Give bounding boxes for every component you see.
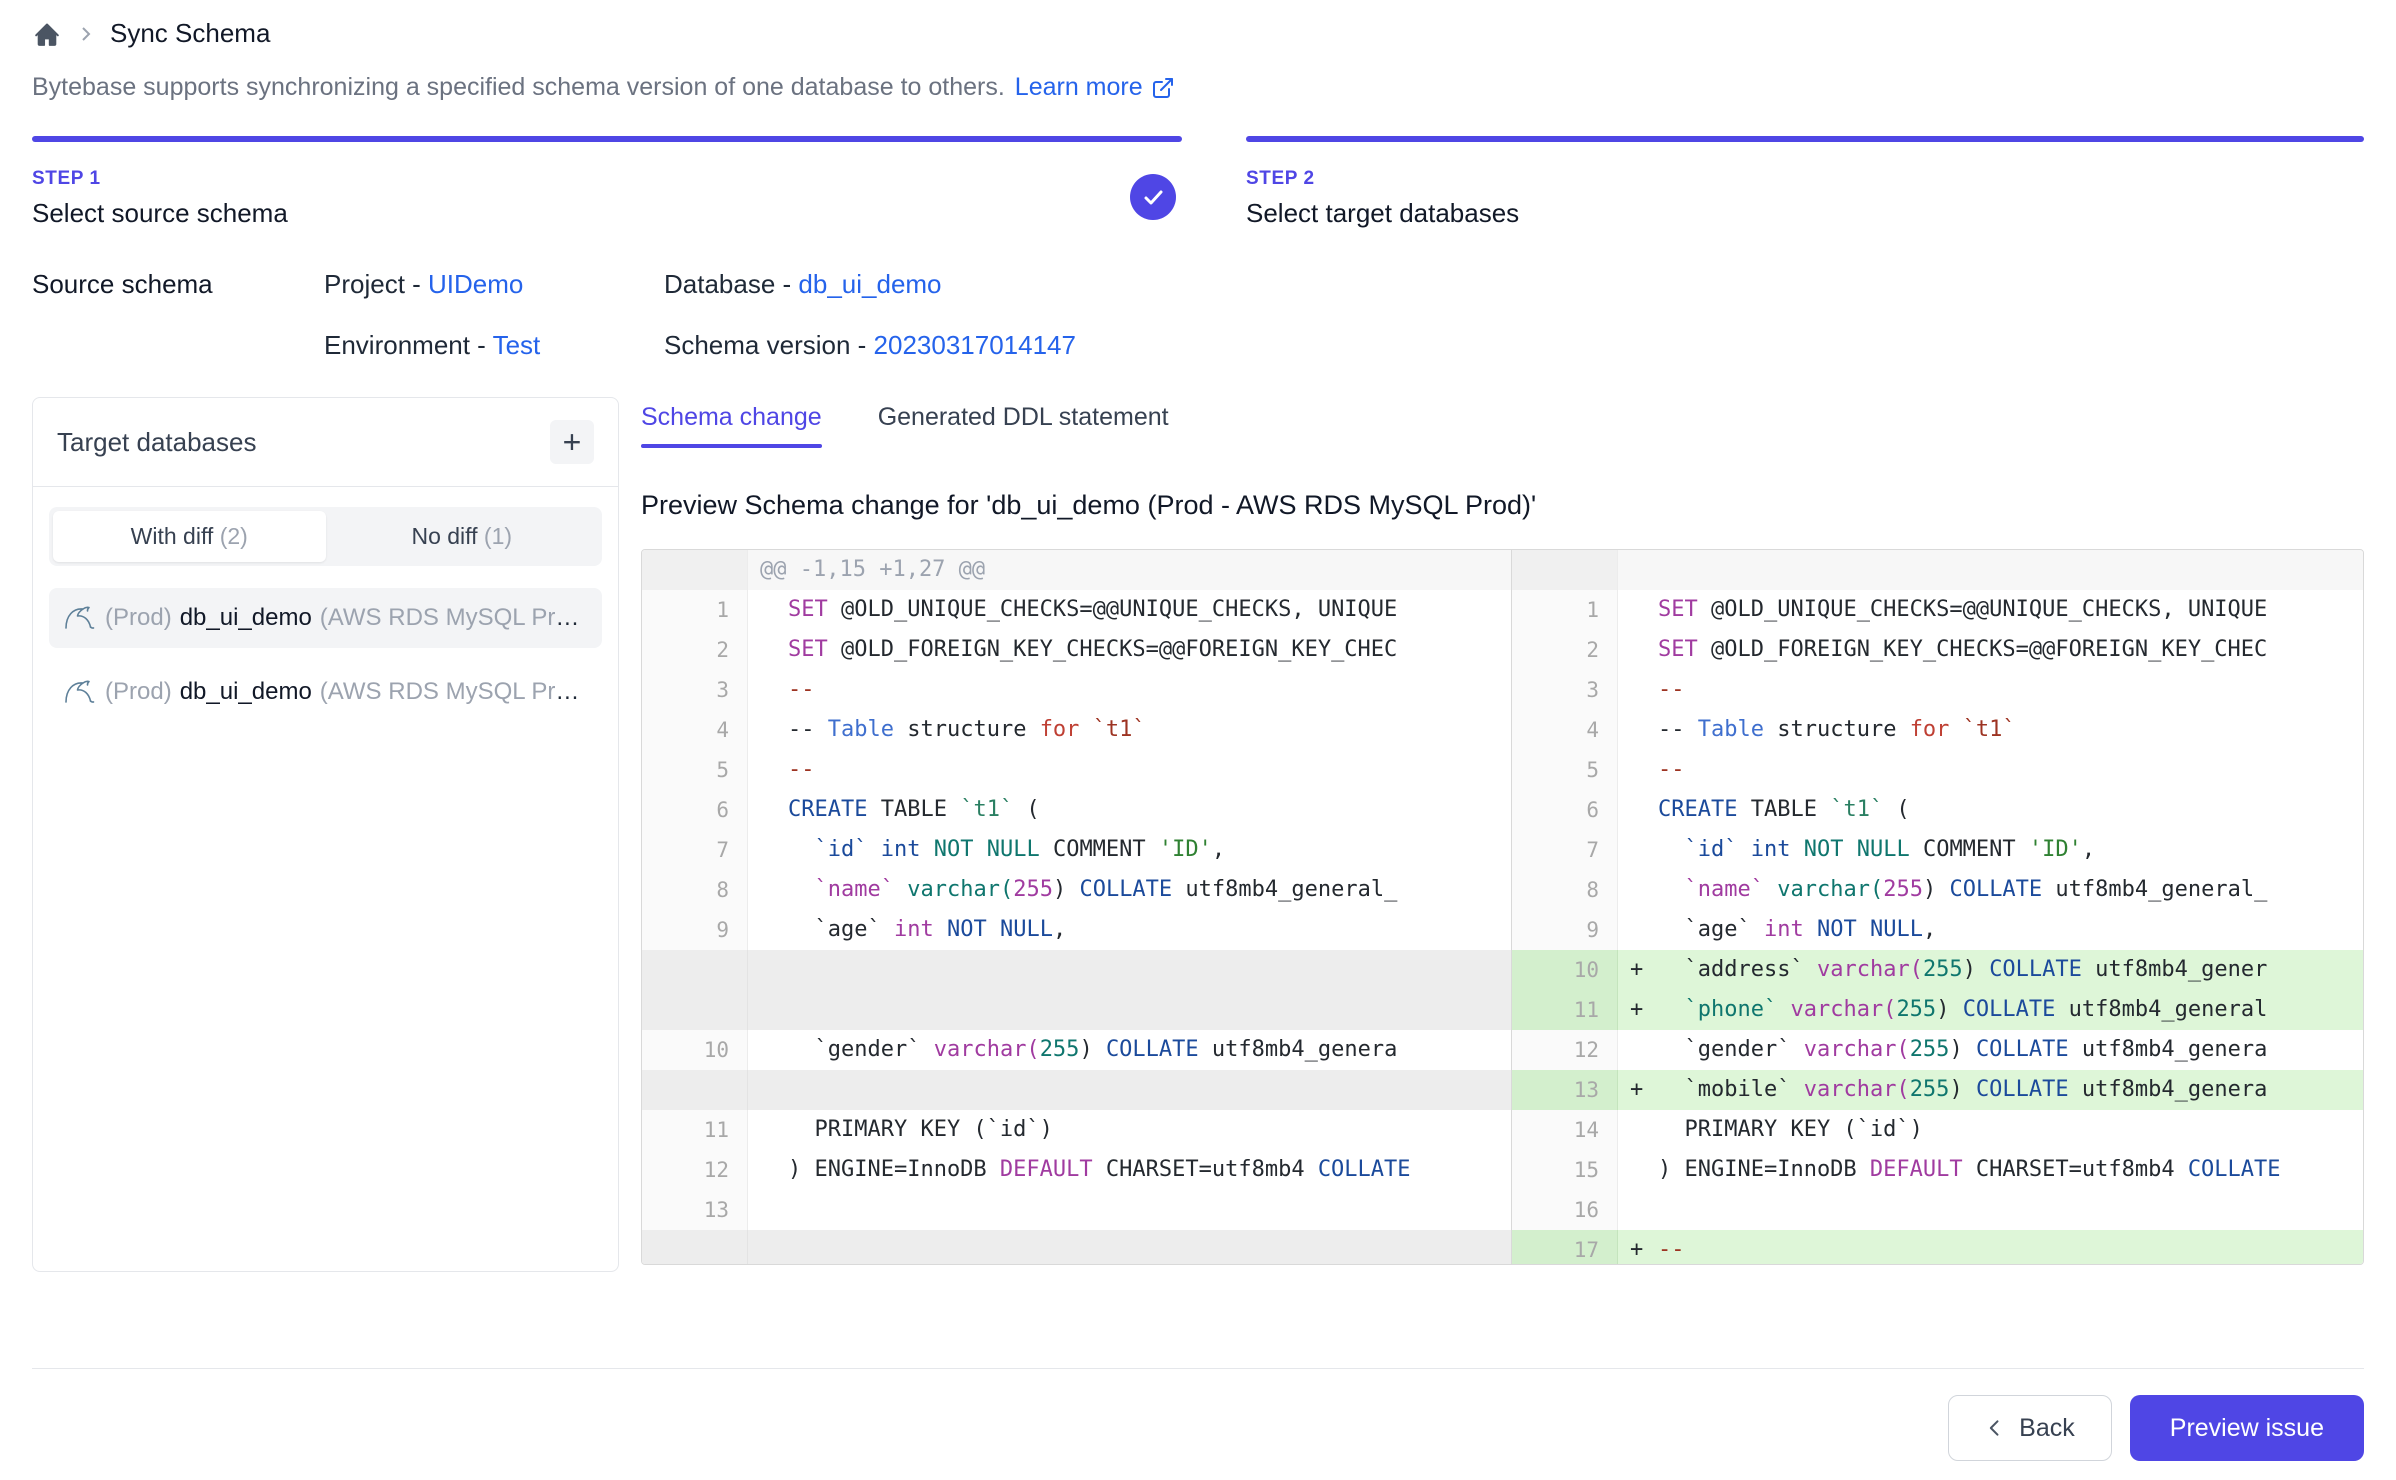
- preview-title: Preview Schema change for 'db_ui_demo (P…: [641, 490, 2364, 521]
- diff-code-row: 8 `name` varchar(255) COLLATE utf8mb4_ge…: [642, 870, 1511, 910]
- schema-preview-panel: Schema change Generated DDL statement Pr…: [641, 397, 2364, 1265]
- divider: [33, 486, 618, 487]
- diff-code-row: 13: [642, 1190, 1511, 1230]
- step-2-label: STEP 2: [1246, 168, 2364, 190]
- diff-code-row: 5--: [642, 750, 1511, 790]
- diff-code-row: 5--: [1512, 750, 2363, 790]
- diff-code-row: 7 `id` int NOT NULL COMMENT 'ID',: [642, 830, 1511, 870]
- source-database: Database - db_ui_demo: [664, 269, 2364, 300]
- step-2-progress-bar: [1246, 136, 2364, 142]
- mysql-icon: [63, 604, 95, 632]
- chevron-left-icon: [1985, 1418, 2005, 1438]
- step-1-title: Select source schema: [32, 198, 1182, 229]
- diff-code-row: 10 `gender` varchar(255) COLLATE utf8mb4…: [642, 1030, 1511, 1070]
- project-link[interactable]: UIDemo: [428, 269, 523, 299]
- diff-code-row: 15) ENGINE=InnoDB DEFAULT CHARSET=utf8mb…: [1512, 1150, 2363, 1190]
- tab-generated-ddl[interactable]: Generated DDL statement: [878, 403, 1169, 446]
- diff-code-row: 9 `age` int NOT NULL,: [642, 910, 1511, 950]
- diff-code-row: 11+ `phone` varchar(255) COLLATE utf8mb4…: [1512, 990, 2363, 1030]
- step-1: STEP 1 Select source schema: [32, 136, 1182, 229]
- list-item-database-2[interactable]: (Prod)db_ui_demo(AWS RDS MySQL Prod): [49, 662, 602, 722]
- page-description: Bytebase supports synchronizing a specif…: [32, 73, 2364, 102]
- diff-hunk-header: [1512, 550, 2363, 590]
- main-content: Target databases + With diff (2) No diff…: [32, 397, 2364, 1272]
- diff-pane-original: @@ -1,15 +1,27 @@1SET @OLD_UNIQUE_CHECKS…: [642, 550, 1512, 1264]
- preview-issue-button[interactable]: Preview issue: [2130, 1395, 2364, 1461]
- diff-code-row: 10+ `address` varchar(255) COLLATE utf8m…: [1512, 950, 2363, 990]
- diff-pane-modified: 1SET @OLD_UNIQUE_CHECKS=@@UNIQUE_CHECKS,…: [1512, 550, 2363, 1264]
- source-project: Project - UIDemo: [324, 269, 664, 300]
- home-icon[interactable]: [32, 19, 62, 49]
- diff-code-row: 1SET @OLD_UNIQUE_CHECKS=@@UNIQUE_CHECKS,…: [642, 590, 1511, 630]
- step-1-progress-bar: [32, 136, 1182, 142]
- mysql-icon: [63, 678, 95, 706]
- diff-code-row: 12 `gender` varchar(255) COLLATE utf8mb4…: [1512, 1030, 2363, 1070]
- diff-code-row: 16: [1512, 1190, 2363, 1230]
- step-2-title: Select target databases: [1246, 198, 2364, 229]
- source-schema-summary: Source schema Project - UIDemo Database …: [32, 269, 2364, 361]
- diff-code-row: 6CREATE TABLE `t1` (: [1512, 790, 2363, 830]
- source-environment: Environment - Test: [324, 330, 664, 361]
- diff-filler-row: [642, 1230, 1511, 1264]
- step-1-completed-badge: [1130, 174, 1176, 220]
- database-link[interactable]: db_ui_demo: [798, 269, 941, 299]
- diff-code-row: 4-- Table structure for `t1`: [642, 710, 1511, 750]
- back-button[interactable]: Back: [1948, 1395, 2112, 1461]
- diff-code-row: 4-- Table structure for `t1`: [1512, 710, 2363, 750]
- diff-code-row: 14 PRIMARY KEY (`id`): [1512, 1110, 2363, 1150]
- footer-divider: [32, 1368, 2364, 1369]
- environment-link[interactable]: Test: [493, 330, 541, 360]
- schema-version-link[interactable]: 20230317014147: [874, 330, 1076, 360]
- breadcrumb: Sync Schema: [32, 0, 2364, 49]
- chevron-right-icon: [78, 26, 94, 42]
- diff-filler-row: [642, 1070, 1511, 1110]
- diff-code-row: 2SET @OLD_FOREIGN_KEY_CHECKS=@@FOREIGN_K…: [642, 630, 1511, 670]
- step-2: STEP 2 Select target databases: [1246, 136, 2364, 229]
- add-target-database-button[interactable]: +: [550, 420, 594, 464]
- learn-more-link[interactable]: Learn more: [1015, 73, 1175, 102]
- database-item-text: (Prod)db_ui_demo(AWS RDS MySQL Prod): [105, 678, 588, 706]
- source-schema-label: Source schema: [32, 269, 324, 300]
- description-text: Bytebase supports synchronizing a specif…: [32, 73, 1005, 102]
- source-version: Schema version - 20230317014147: [664, 330, 2364, 361]
- step-1-label: STEP 1: [32, 168, 1182, 190]
- step-indicator: STEP 1 Select source schema STEP 2 Selec…: [32, 136, 2364, 229]
- database-item-text: (Prod)db_ui_demo(AWS RDS MySQL Prod): [105, 604, 588, 632]
- diff-filler-row: [642, 950, 1511, 990]
- external-link-icon: [1151, 76, 1175, 100]
- preview-tabs: Schema change Generated DDL statement: [641, 403, 2364, 462]
- target-database-list: (Prod)db_ui_demo(AWS RDS MySQL Prod) (Pr…: [49, 588, 602, 722]
- page-title: Sync Schema: [110, 18, 270, 49]
- diff-code-row: 6CREATE TABLE `t1` (: [642, 790, 1511, 830]
- target-databases-title: Target databases: [57, 427, 256, 458]
- diff-code-row: 2SET @OLD_FOREIGN_KEY_CHECKS=@@FOREIGN_K…: [1512, 630, 2363, 670]
- diff-code-row: 13+ `mobile` varchar(255) COLLATE utf8mb…: [1512, 1070, 2363, 1110]
- tab-with-diff[interactable]: With diff (2): [53, 511, 326, 562]
- diff-code-row: 9 `age` int NOT NULL,: [1512, 910, 2363, 950]
- footer-actions: Back Preview issue: [32, 1395, 2364, 1461]
- list-item-database-1[interactable]: (Prod)db_ui_demo(AWS RDS MySQL Prod): [49, 588, 602, 648]
- diff-code-row: 3--: [1512, 670, 2363, 710]
- tab-schema-change[interactable]: Schema change: [641, 403, 822, 446]
- diff-code-row: 17+--: [1512, 1230, 2363, 1264]
- sync-schema-page: Sync Schema Bytebase supports synchroniz…: [0, 0, 2396, 1480]
- schema-diff-viewer: @@ -1,15 +1,27 @@1SET @OLD_UNIQUE_CHECKS…: [641, 549, 2364, 1265]
- diff-filler-row: [642, 990, 1511, 1030]
- diff-code-row: 8 `name` varchar(255) COLLATE utf8mb4_ge…: [1512, 870, 2363, 910]
- diff-code-row: 3--: [642, 670, 1511, 710]
- target-databases-panel: Target databases + With diff (2) No diff…: [32, 397, 619, 1272]
- diff-filter-tabs: With diff (2) No diff (1): [49, 507, 602, 566]
- diff-code-row: 12) ENGINE=InnoDB DEFAULT CHARSET=utf8mb…: [642, 1150, 1511, 1190]
- tab-no-diff[interactable]: No diff (1): [326, 511, 599, 562]
- check-icon: [1141, 185, 1165, 209]
- diff-code-row: 11 PRIMARY KEY (`id`): [642, 1110, 1511, 1150]
- diff-code-row: 1SET @OLD_UNIQUE_CHECKS=@@UNIQUE_CHECKS,…: [1512, 590, 2363, 630]
- diff-hunk-header: @@ -1,15 +1,27 @@: [642, 550, 1511, 590]
- diff-code-row: 7 `id` int NOT NULL COMMENT 'ID',: [1512, 830, 2363, 870]
